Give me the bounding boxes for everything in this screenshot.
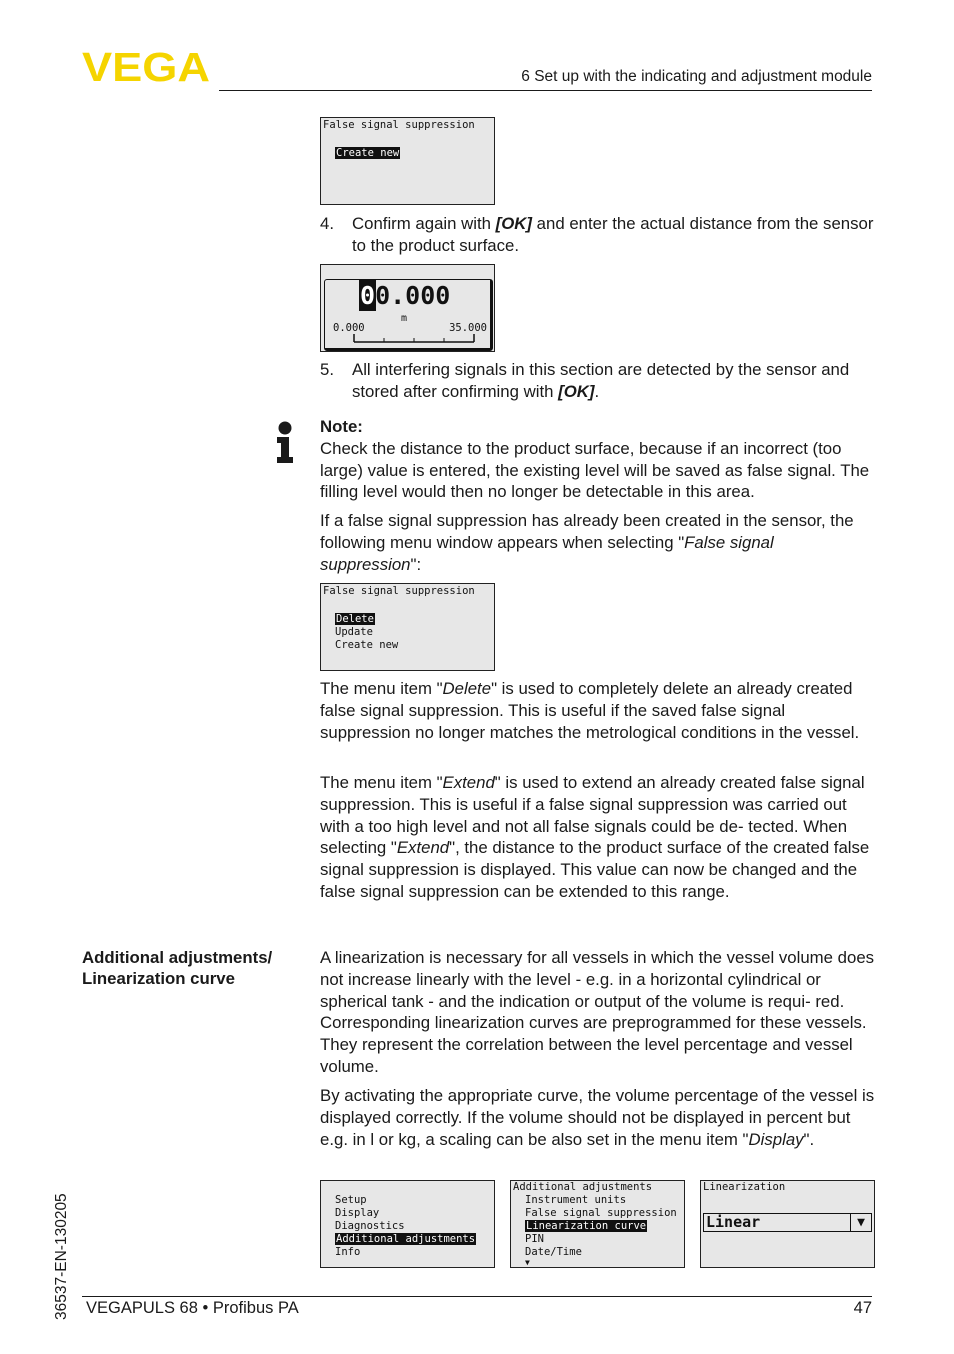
text: ".: [803, 1129, 815, 1149]
menu-reference: Display: [748, 1129, 804, 1149]
screen-title: False signal suppression: [323, 119, 475, 131]
menu-reference: Delete: [442, 679, 492, 698]
selected-value: Linear: [706, 1213, 761, 1231]
section-heading-linearization: Additional adjustments/ Linearization cu…: [82, 948, 312, 989]
distance-value[interactable]: 00.000: [358, 280, 451, 311]
step-5: 5. All interfering signals in this secti…: [320, 359, 875, 403]
menu-item-pin[interactable]: PIN: [525, 1233, 682, 1246]
heading-line: Additional adjustments/: [82, 948, 273, 967]
vega-logo: VEGA: [82, 50, 210, 84]
value-frame: 00.000 m 0.000 35.000: [324, 279, 493, 351]
step-number: 4.: [320, 214, 334, 233]
menu-item-delete[interactable]: Delete: [335, 613, 375, 625]
text: ":: [410, 554, 422, 574]
scroll-down-icon[interactable]: ▼: [525, 1259, 682, 1267]
header-divider: [219, 90, 872, 91]
menu-item-diagnostics[interactable]: Diagnostics: [335, 1220, 492, 1233]
section-title: 6 Set up with the indicating and adjustm…: [521, 68, 872, 85]
ok-key: [OK]: [558, 381, 595, 401]
cursor-digit: 0: [358, 280, 377, 311]
dropdown-arrow-icon[interactable]: ▼: [850, 1214, 871, 1231]
paragraph-linearization: A linearization is necessary for all ves…: [320, 948, 875, 1076]
lcd-screen-fss-create: False signal suppression Create new: [320, 117, 495, 205]
step-4: 4. Confirm again with [OK] and enter the…: [320, 213, 875, 257]
note-text: Check the distance to the product surfac…: [320, 438, 870, 502]
paragraph-delete: The menu item "Delete" is used to comple…: [320, 678, 875, 743]
page-number: 47: [853, 1299, 872, 1317]
step-text: Confirm again with: [352, 214, 496, 233]
menu-item-display[interactable]: Display: [335, 1207, 492, 1220]
linearization-select[interactable]: Linear ▼: [703, 1213, 872, 1232]
step-text: All interfering signals in this section …: [352, 360, 850, 401]
screen-title: False signal suppression: [323, 585, 475, 597]
menu-item-date-time[interactable]: Date/Time: [525, 1246, 682, 1259]
paragraph-existing-fss: If a false signal suppression has alread…: [320, 510, 875, 575]
doc-code-text: 36537-EN-130205: [53, 1193, 70, 1320]
footer-product: VEGAPULS 68 • Profibus PA: [86, 1299, 299, 1317]
menu-item-create-new[interactable]: Create new: [335, 639, 492, 652]
note-heading: Note:: [320, 417, 363, 436]
document-code: 36537-EN-130205: [45, 1140, 75, 1320]
logo-text: VEGA: [82, 50, 210, 84]
lcd-screen-main-menu: Setup Display Diagnostics Additional adj…: [320, 1180, 495, 1268]
scale-ruler: [353, 334, 475, 343]
menu-item-create-new[interactable]: Create new: [335, 147, 401, 159]
screen-title: Additional adjustments: [513, 1181, 653, 1193]
menu-reference: Extend: [442, 773, 495, 792]
footer-divider: [82, 1296, 872, 1297]
menu-item-linearization-curve[interactable]: Linearization curve: [525, 1220, 648, 1232]
step-number: 5.: [320, 360, 334, 379]
lcd-screen-fss-menu: False signal suppression Delete Update C…: [320, 583, 495, 671]
paragraph-display-scaling: By activating the appropriate curve, the…: [320, 1085, 875, 1150]
lcd-screen-additional-adjustments: Additional adjustments Instrument units …: [510, 1180, 685, 1268]
step-text: .: [594, 381, 600, 401]
menu-item-additional-adjustments[interactable]: Additional adjustments: [335, 1233, 477, 1245]
value-digits: 0.000: [375, 281, 451, 310]
heading-line: Linearization curve: [82, 968, 235, 988]
menu-reference: Extend: [396, 838, 450, 858]
menu-item-info[interactable]: Info: [335, 1246, 492, 1259]
lcd-screen-linearization: Linearization Linear ▼: [700, 1180, 875, 1268]
text: The menu item ": [320, 679, 443, 698]
lcd-screen-distance-input: 00.000 m 0.000 35.000: [320, 264, 495, 352]
text: The menu item ": [320, 773, 443, 792]
ok-key: [OK]: [495, 214, 532, 233]
menu-item-setup[interactable]: Setup: [335, 1194, 492, 1207]
unit-label: m: [401, 313, 408, 324]
paragraph-extend: The menu item "Extend" is used to extend…: [320, 772, 875, 903]
info-icon: [277, 421, 293, 463]
menu-item-update[interactable]: Update: [335, 626, 492, 639]
screen-title: Linearization: [703, 1181, 786, 1193]
menu-item-false-signal-suppression[interactable]: False signal suppression: [525, 1207, 682, 1220]
note-block: Note: Check the distance to the product …: [320, 416, 880, 503]
menu-item-instrument-units[interactable]: Instrument units: [525, 1194, 682, 1207]
